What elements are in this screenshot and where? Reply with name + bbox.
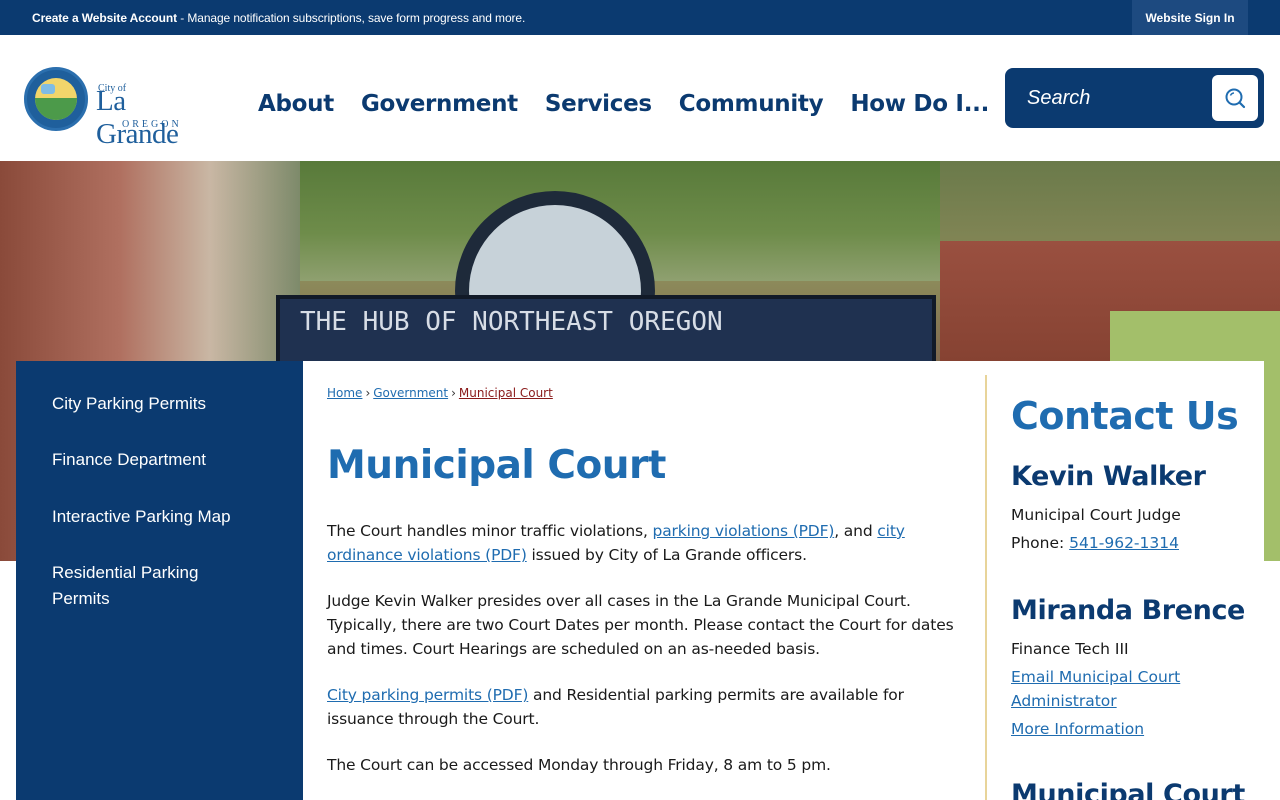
account-bar: Create a Website Account - Manage notifi… — [0, 0, 1280, 35]
search-icon — [1225, 88, 1246, 109]
create-account-message[interactable]: Create a Website Account - Manage notifi… — [32, 11, 525, 25]
contact-name-kevin-walker: Kevin Walker — [1011, 461, 1206, 492]
search-button[interactable] — [1212, 75, 1258, 121]
breadcrumb-separator: › — [365, 386, 371, 400]
contact-name-miranda-brence: Miranda Brence — [1011, 595, 1245, 626]
contact-title-judge: Municipal Court Judge — [1011, 506, 1181, 524]
email-administrator-link-line2[interactable]: Administrator — [1011, 689, 1117, 713]
paragraph-violations: The Court handles minor traffic violatio… — [327, 522, 905, 564]
site-header: City of La Grande OREGON About Governmen… — [0, 35, 1280, 161]
breadcrumb-separator: › — [451, 386, 456, 400]
email-administrator-link-cont[interactable]: Administrator — [1011, 692, 1117, 710]
create-account-link[interactable]: Create a Website Account — [32, 11, 177, 25]
contact-us-heading: Contact Us — [1011, 394, 1239, 438]
logo-city-name: La Grande — [96, 85, 179, 150]
city-seal-icon — [24, 67, 88, 131]
main-navigation: About Government Services Community How … — [258, 91, 1016, 117]
contact-section-municipal-court: Municipal Court — [1011, 779, 1245, 800]
hero-sign-text: THE HUB OF NORTHEAST OREGON — [300, 307, 723, 337]
sidebar-item-interactive-parking-map[interactable]: Interactive Parking Map — [52, 504, 231, 530]
sidebar-navigation: City Parking Permits Finance Department … — [16, 361, 303, 800]
paragraph-hours: The Court can be accessed Monday through… — [327, 756, 831, 774]
more-information-link[interactable]: More Information — [1011, 720, 1144, 738]
nav-how-do-i[interactable]: How Do I... — [850, 91, 989, 117]
logo-state: OREGON — [122, 119, 182, 130]
contact-phone-line: Phone: 541-962-1314 — [1011, 534, 1179, 552]
nav-about[interactable]: About — [258, 91, 334, 117]
site-search — [1005, 68, 1264, 128]
article-body: The Court handles minor traffic violatio… — [327, 519, 967, 799]
nav-government[interactable]: Government — [361, 91, 518, 117]
nav-services[interactable]: Services — [545, 91, 652, 117]
website-sign-in-button[interactable]: Website Sign In — [1132, 0, 1248, 35]
page-title: Municipal Court — [327, 443, 666, 488]
sidebar-item-residential-parking-permits[interactable]: Residential Parking Permits — [52, 560, 252, 612]
breadcrumb-home[interactable]: Home — [327, 386, 362, 400]
parking-violations-link[interactable]: parking violations (PDF) — [653, 522, 835, 540]
paragraph-judge: Judge Kevin Walker presides over all cas… — [327, 592, 954, 658]
breadcrumb-municipal-court[interactable]: Municipal Court — [459, 386, 553, 400]
city-logo[interactable]: City of La Grande OREGON — [24, 65, 214, 150]
sidebar-item-finance-department[interactable]: Finance Department — [52, 447, 206, 473]
more-information-line[interactable]: More Information — [1011, 717, 1144, 741]
email-administrator-link[interactable]: Email Municipal Court — [1011, 668, 1180, 686]
search-input[interactable] — [1015, 78, 1205, 118]
content-divider — [985, 375, 987, 800]
main-content: Home › Government › Municipal Court Municipa… — [303, 361, 1264, 800]
breadcrumb: Home › Government › Municipal Court — [327, 386, 553, 400]
paragraph-permits: City parking permits (PDF) and Residenti… — [327, 686, 904, 728]
sidebar-item-city-parking-permits[interactable]: City Parking Permits — [52, 391, 206, 417]
nav-community[interactable]: Community — [679, 91, 824, 117]
contact-title-finance-tech: Finance Tech III — [1011, 640, 1129, 658]
phone-link[interactable]: 541-962-1314 — [1069, 534, 1179, 552]
create-account-description: - Manage notification subscriptions, sav… — [176, 11, 526, 25]
breadcrumb-government[interactable]: Government — [373, 386, 448, 400]
city-parking-permits-link[interactable]: City parking permits (PDF) — [327, 686, 528, 704]
email-administrator-link-line1[interactable]: Email Municipal Court — [1011, 665, 1180, 689]
